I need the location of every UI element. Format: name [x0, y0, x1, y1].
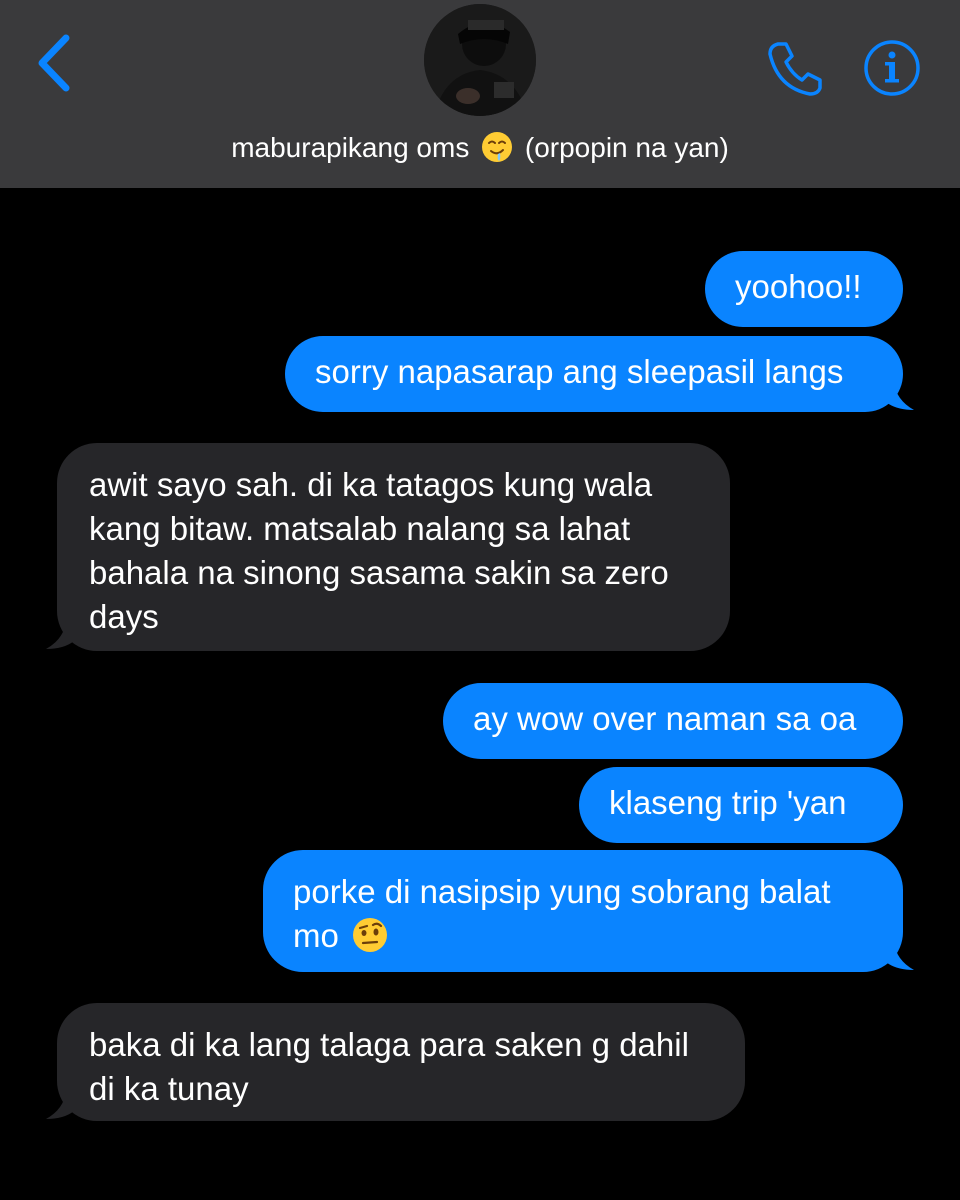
message-text: ay wow over naman sa oa [473, 700, 857, 737]
info-icon [864, 40, 920, 96]
incoming-message-bubble[interactable]: awit sayo sah. di ka tatagos kung wala k… [57, 443, 730, 651]
outgoing-message-bubble[interactable]: yoohoo!! [705, 251, 903, 327]
conversation-header: maburapikang oms (orpopin na yan) [0, 0, 960, 188]
drooling-face-emoji-icon [481, 131, 513, 174]
contact-name[interactable]: maburapikang oms (orpopin na yan) [0, 128, 960, 174]
phone-icon [768, 42, 822, 96]
outgoing-message-bubble[interactable]: sorry napasarap ang sleepasil langs [285, 336, 903, 412]
contact-avatar[interactable] [424, 4, 536, 116]
contact-name-text: maburapikang oms [231, 132, 470, 163]
info-button[interactable] [862, 38, 922, 98]
outgoing-message-bubble[interactable]: klaseng trip 'yan [579, 767, 903, 843]
message-text: awit sayo sah. di ka tatagos kung wala k… [89, 466, 669, 635]
message-text: sorry napasarap ang sleepasil langs [315, 353, 844, 390]
outgoing-message-bubble[interactable]: ay wow over naman sa oa [443, 683, 903, 759]
outgoing-message-bubble[interactable]: porke di nasipsip yung sobrang balat mo [263, 850, 903, 972]
message-text: yoohoo!! [735, 268, 862, 305]
incoming-bubble-tail [46, 1091, 74, 1119]
back-button[interactable] [28, 30, 84, 96]
incoming-message-bubble[interactable]: baka di ka lang talaga para saken g dahi… [57, 1003, 745, 1121]
avatar-photo [424, 4, 536, 116]
incoming-bubble-tail [46, 621, 74, 649]
face-with-raised-eyebrow-emoji-icon [352, 917, 388, 964]
chevron-left-icon [38, 34, 70, 92]
call-button[interactable] [764, 38, 826, 100]
outgoing-bubble-tail [886, 382, 914, 410]
message-text: klaseng trip 'yan [609, 784, 847, 821]
message-text: baka di ka lang talaga para saken g dahi… [89, 1026, 689, 1107]
outgoing-bubble-tail [886, 942, 914, 970]
contact-name-suffix: (orpopin na yan) [524, 132, 729, 163]
